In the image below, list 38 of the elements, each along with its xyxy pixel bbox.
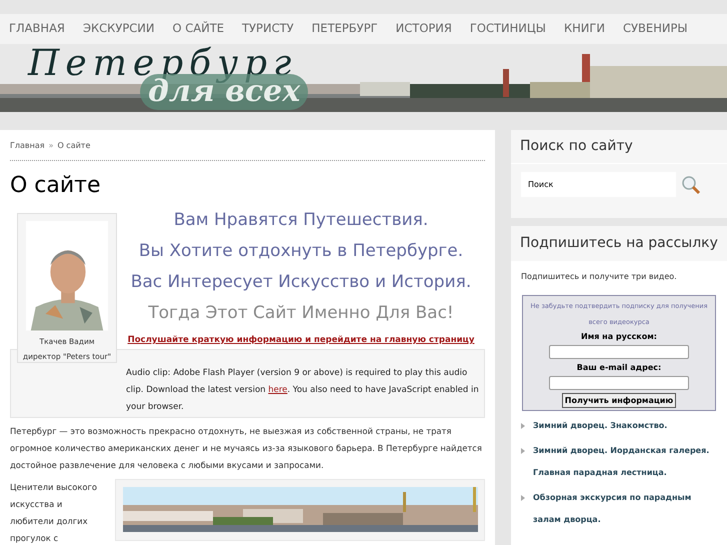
video-link[interactable]: Обзорная экскурсия по парадным залам дворца. bbox=[533, 487, 717, 531]
bullet-icon bbox=[521, 495, 525, 501]
nav-link[interactable]: СУВЕНИРЫ bbox=[623, 20, 688, 38]
audio-notice: Audio clip: Adobe Flash Player (version 9 or above) is required to play this audio clip. Download the latest version here. You also need to have JavaScript enabled in your browser. bbox=[126, 367, 480, 414]
page-title: О сайте bbox=[10, 172, 102, 200]
widget-title: Подпишитесь на рассылку bbox=[511, 226, 727, 261]
nav-link[interactable]: ИСТОРИЯ bbox=[396, 20, 452, 38]
intro-paragraph: Петербург — это возможность прекрасно отдохнуть, не выезжая из собственной страны, не тратя огромное количество американских денег и не мучаясь из-за языкового барьера. В Петербурге найдется достойное развлечение для человека с любыми вкусами и запросами. bbox=[10, 425, 483, 472]
submit-button[interactable]: Получить информацию bbox=[562, 393, 676, 408]
nav-link[interactable]: ТУРИСТУ bbox=[242, 20, 294, 38]
nav-link[interactable]: КНИГИ bbox=[564, 20, 605, 38]
nav-link[interactable]: О САЙТЕ bbox=[172, 20, 224, 38]
email-label: Ваш e-mail адрес: bbox=[576, 362, 662, 374]
breadcrumb-current: О сайте bbox=[57, 140, 90, 152]
search-icon[interactable] bbox=[681, 174, 701, 194]
body-paragraph: Ценители высокого искусства и любители долгих прогулок с bbox=[10, 481, 98, 545]
nav-link[interactable]: ПЕТЕРБУРГ bbox=[312, 20, 378, 38]
bullet-icon bbox=[521, 448, 525, 454]
email-field[interactable] bbox=[549, 376, 689, 390]
listen-link[interactable]: Послушайте краткую информацию и перейдите на главную страницу bbox=[128, 334, 474, 347]
slogan: Вас Интересует Искусство и История. bbox=[130, 271, 472, 293]
name-label: Имя на русском: bbox=[581, 331, 657, 343]
widget-title: Поиск по сайту bbox=[511, 130, 727, 164]
bullet-icon bbox=[521, 423, 525, 429]
slogan: Вы Хотите отдохнуть в Петербурге. bbox=[138, 240, 464, 262]
video-link[interactable]: Зимний дворец. Иорданская галерея. Главная парадная лестница. bbox=[533, 440, 717, 484]
nav-link[interactable]: ЭКСКУРСИИ bbox=[82, 20, 155, 38]
nav-link[interactable]: ГОСТИНИЦЫ bbox=[470, 20, 546, 38]
subscribe-intro: Подпишитесь и получите три видео. bbox=[520, 271, 678, 283]
name-field[interactable] bbox=[549, 345, 689, 359]
video-link[interactable]: Зимний дворец. Знакомство. bbox=[533, 415, 668, 437]
download-link[interactable]: here bbox=[268, 385, 288, 395]
breadcrumb-link[interactable]: Главная bbox=[10, 140, 45, 152]
slogan: Тогда Этот Сайт Именно Для Вас! bbox=[148, 302, 454, 324]
slogan: Вам Нравятся Путешествия. bbox=[174, 209, 428, 231]
search-field[interactable]: Поиск bbox=[521, 172, 676, 197]
breadcrumb-separator: » bbox=[48, 140, 54, 152]
nav-link[interactable]: ГЛАВНАЯ bbox=[9, 20, 65, 38]
